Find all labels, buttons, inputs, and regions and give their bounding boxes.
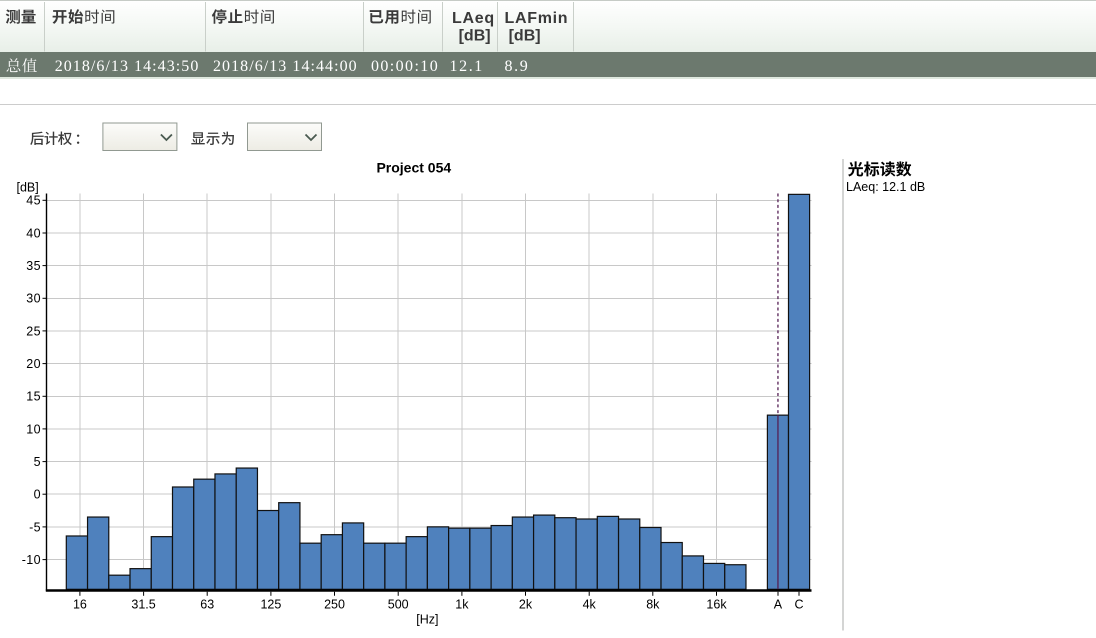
svg-text:16k: 16k bbox=[706, 598, 727, 612]
svg-text:8.9: 8.9 bbox=[505, 58, 530, 75]
svg-text:8k: 8k bbox=[646, 598, 660, 612]
svg-text:-5: -5 bbox=[29, 520, 41, 534]
svg-text:45: 45 bbox=[26, 194, 41, 208]
svg-text:16: 16 bbox=[73, 598, 87, 612]
svg-text:LAeq: 12.1 dB: LAeq: 12.1 dB bbox=[846, 180, 925, 194]
svg-text:A: A bbox=[774, 598, 783, 612]
svg-text:20: 20 bbox=[26, 357, 41, 371]
svg-text:4k: 4k bbox=[583, 598, 597, 612]
svg-text:10: 10 bbox=[26, 422, 41, 436]
svg-text:30: 30 bbox=[26, 292, 41, 306]
svg-text:125: 125 bbox=[260, 598, 281, 612]
svg-text:-10: -10 bbox=[22, 553, 41, 567]
svg-text:C: C bbox=[795, 598, 804, 612]
svg-text:Project 054: Project 054 bbox=[376, 160, 451, 176]
svg-text:LAFmin: LAFmin bbox=[505, 10, 569, 27]
svg-text:0: 0 bbox=[34, 488, 41, 502]
svg-text:31.5: 31.5 bbox=[131, 598, 155, 612]
svg-text:250: 250 bbox=[324, 598, 345, 612]
svg-text:[dB]: [dB] bbox=[509, 27, 541, 44]
svg-text:5: 5 bbox=[34, 455, 41, 469]
svg-text:12.1: 12.1 bbox=[450, 58, 484, 75]
svg-text:35: 35 bbox=[26, 259, 41, 273]
svg-text:15: 15 bbox=[26, 390, 41, 404]
svg-text:1k: 1k bbox=[455, 598, 469, 612]
svg-text:500: 500 bbox=[388, 598, 409, 612]
svg-text:40: 40 bbox=[26, 226, 41, 240]
svg-text:2018/6/13 14:44:00: 2018/6/13 14:44:00 bbox=[213, 58, 358, 75]
svg-text:63: 63 bbox=[200, 598, 214, 612]
svg-text:2018/6/13 14:43:50: 2018/6/13 14:43:50 bbox=[55, 58, 200, 75]
svg-text:[dB]: [dB] bbox=[17, 180, 39, 194]
svg-text:2k: 2k bbox=[519, 598, 533, 612]
svg-text:LAeq: LAeq bbox=[452, 10, 495, 27]
svg-text:00:00:10: 00:00:10 bbox=[371, 58, 439, 75]
svg-text:25: 25 bbox=[26, 324, 41, 338]
svg-text:[Hz]: [Hz] bbox=[416, 613, 438, 627]
svg-text:[dB]: [dB] bbox=[459, 27, 491, 44]
